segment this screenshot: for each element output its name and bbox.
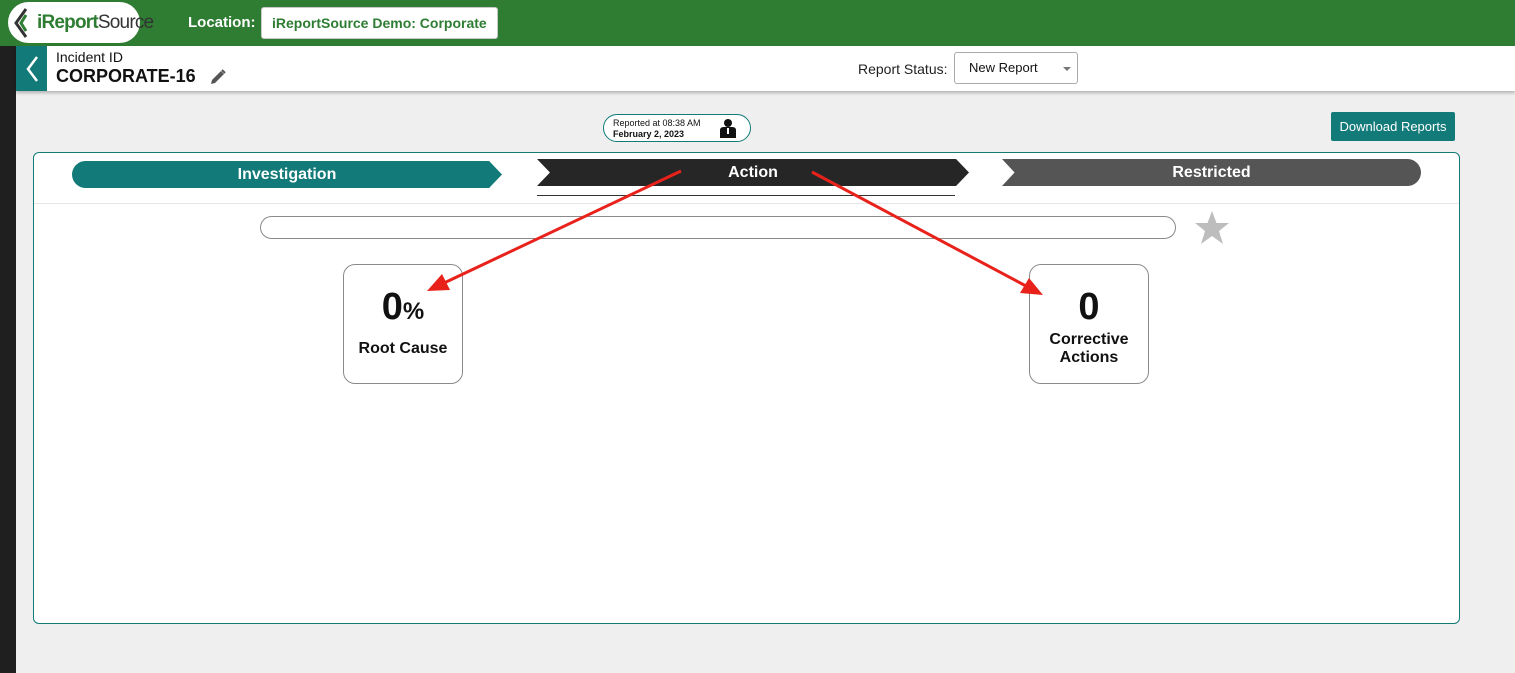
reported-time: Reported at 08:38 AM xyxy=(613,118,701,128)
chevron-down-icon xyxy=(1063,67,1071,71)
reported-date: February 2, 2023 xyxy=(613,129,685,139)
report-status-select[interactable]: New Report xyxy=(954,52,1078,84)
root-cause-card[interactable]: 0% Root Cause xyxy=(343,264,463,384)
top-bar: iReportSource Location: iReportSource De… xyxy=(0,0,1515,46)
star-icon[interactable] xyxy=(1192,208,1232,248)
pencil-icon[interactable] xyxy=(209,68,227,86)
corrective-actions-card[interactable]: 0 Corrective Actions xyxy=(1029,264,1149,384)
progress-bar xyxy=(260,216,1176,239)
incident-id-label: Incident ID xyxy=(56,49,123,65)
tab-restricted[interactable]: Restricted xyxy=(1002,159,1421,186)
corrective-actions-label: Corrective Actions xyxy=(1049,331,1129,366)
tab-investigation[interactable]: Investigation xyxy=(72,161,502,188)
person-icon xyxy=(720,119,736,138)
chevron-left-icon xyxy=(25,55,38,82)
report-status-value: New Report xyxy=(969,60,1038,75)
incident-id-value: CORPORATE-16 xyxy=(56,66,196,86)
report-panel: Investigation Action Restricted 0% Root … xyxy=(33,152,1460,624)
incident-header: Incident ID CORPORATE-16 Report Status: … xyxy=(16,46,1515,91)
root-cause-label: Root Cause xyxy=(358,340,448,357)
active-tab-underline xyxy=(537,195,955,196)
divider xyxy=(34,203,1459,204)
location-label: Location: xyxy=(188,14,256,31)
report-status-label: Report Status: xyxy=(858,61,948,77)
app-logo[interactable]: iReportSource xyxy=(8,2,154,43)
location-selector[interactable]: iReportSource Demo: Corporate xyxy=(261,7,498,39)
logo-mark-icon xyxy=(14,7,28,38)
download-reports-button[interactable]: Download Reports xyxy=(1331,112,1455,141)
reported-badge: Reported at 08:38 AM February 2, 2023 xyxy=(603,114,751,142)
root-cause-value: 0% xyxy=(381,286,425,328)
logo-text: iReportSource xyxy=(37,11,154,33)
tab-action[interactable]: Action xyxy=(537,159,969,186)
back-button[interactable] xyxy=(16,46,47,91)
left-edge-strip xyxy=(0,46,16,673)
corrective-actions-value: 0 xyxy=(1078,286,1100,328)
